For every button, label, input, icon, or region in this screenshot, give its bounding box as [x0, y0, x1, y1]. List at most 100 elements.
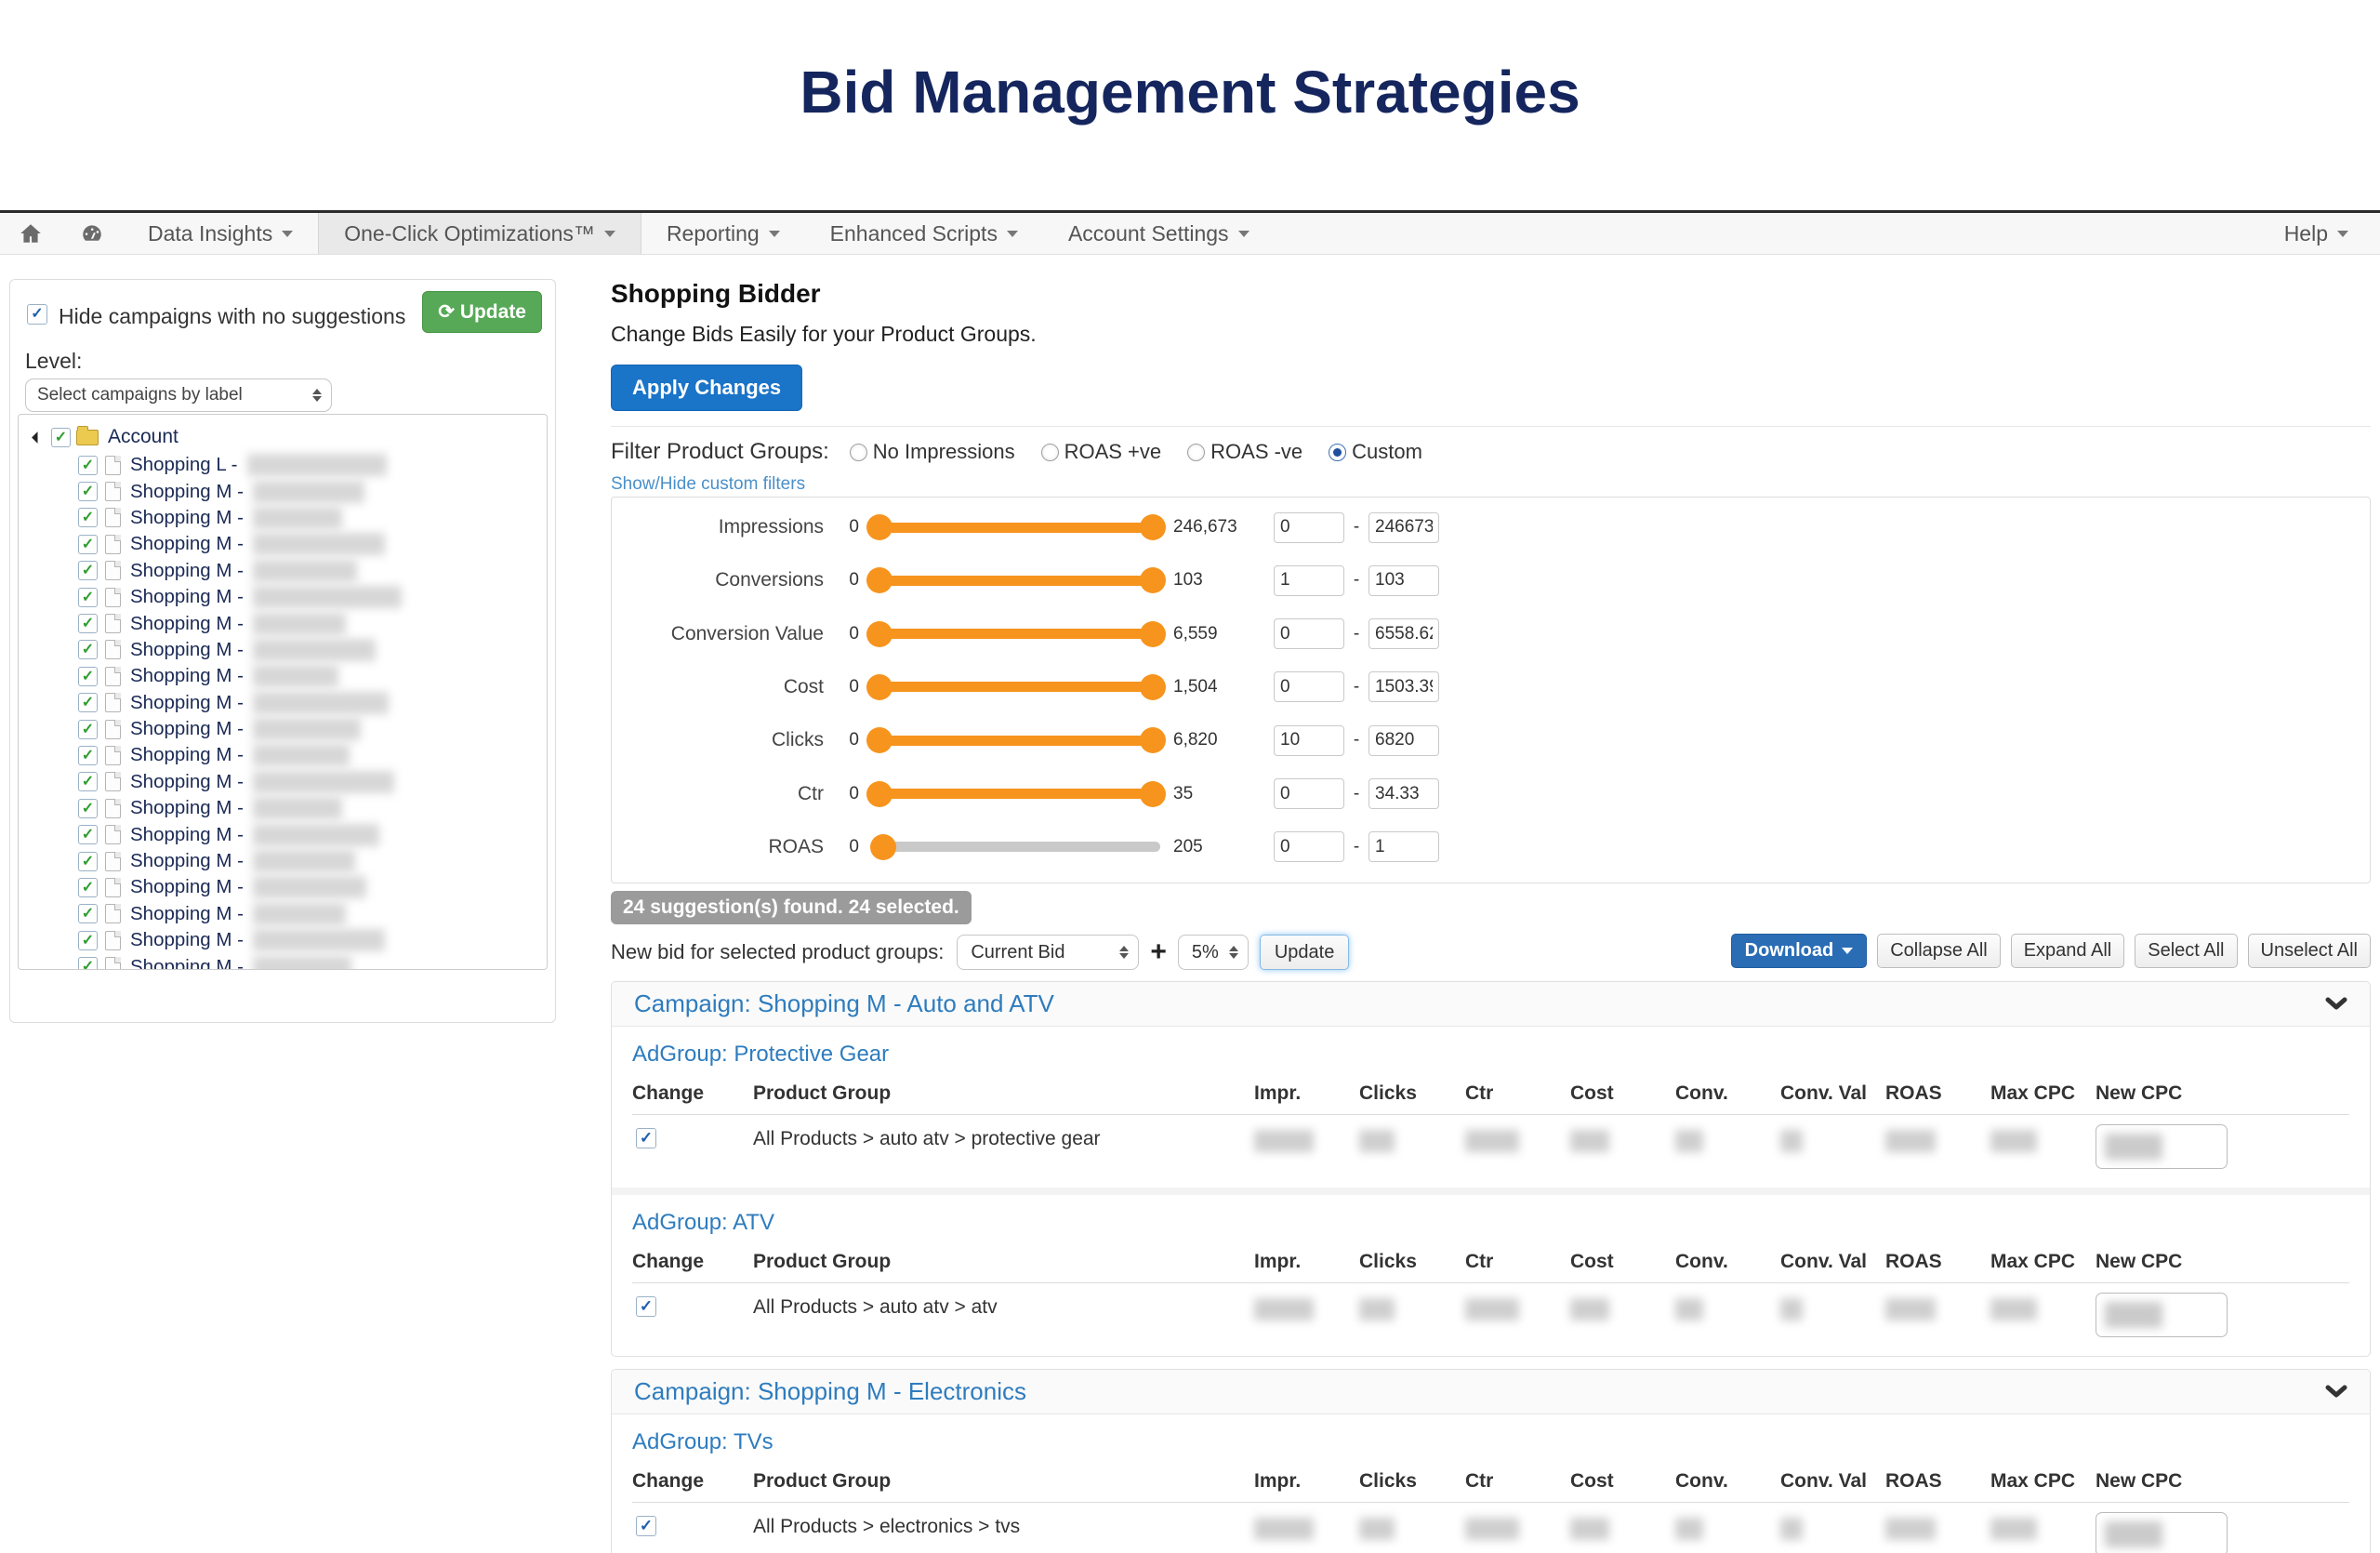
- slider-handle-min[interactable]: [866, 567, 892, 593]
- tree-item-checkbox[interactable]: ✓: [78, 640, 98, 659]
- collapse-all-button[interactable]: Collapse All: [1877, 934, 2001, 968]
- adgroup-title[interactable]: AdGroup: ATV: [632, 1210, 774, 1236]
- tree-item-checkbox[interactable]: ✓: [78, 667, 98, 686]
- campaign-header[interactable]: Campaign: Shopping M - Auto and ATV: [612, 982, 2370, 1027]
- tree-item[interactable]: ✓ Shopping M -: [19, 848, 547, 874]
- tree-item[interactable]: ✓ Shopping M -: [19, 795, 547, 821]
- tree-item[interactable]: ✓ Shopping M -: [19, 716, 547, 742]
- tree-root-checkbox[interactable]: ✓: [51, 428, 71, 447]
- tree-item-checkbox[interactable]: ✓: [78, 799, 98, 818]
- tree-item-checkbox[interactable]: ✓: [78, 878, 98, 897]
- tree-item[interactable]: ✓ Shopping M -: [19, 901, 547, 927]
- sidebar-update-button[interactable]: ⟳ Update: [422, 291, 542, 333]
- dashboard-gauge-icon[interactable]: [61, 213, 123, 254]
- home-icon[interactable]: [0, 213, 61, 254]
- filter-max-input[interactable]: [1368, 512, 1439, 543]
- tree-item-checkbox[interactable]: ✓: [78, 772, 98, 791]
- slider-handle-max[interactable]: [1140, 514, 1166, 540]
- filter-max-input[interactable]: [1368, 778, 1439, 809]
- slider-handle-min[interactable]: [866, 674, 892, 700]
- tree-item-checkbox[interactable]: ✓: [78, 614, 98, 633]
- apply-changes-button[interactable]: Apply Changes: [611, 365, 802, 411]
- slider-handle-max[interactable]: [1140, 727, 1166, 753]
- filter-min-input[interactable]: [1274, 831, 1344, 862]
- tree-item[interactable]: ✓ Shopping L -: [19, 452, 547, 478]
- hide-campaigns-checkbox[interactable]: ✓: [27, 304, 47, 325]
- filter-radio-no-impressions[interactable]: No Impressions: [850, 440, 1015, 464]
- filter-min-input[interactable]: [1274, 671, 1344, 702]
- slider-handle-max[interactable]: [1140, 621, 1166, 647]
- tree-item-checkbox[interactable]: ✓: [78, 561, 98, 580]
- row-change-checkbox[interactable]: ✓: [636, 1296, 656, 1317]
- new-cpc-input[interactable]: [2096, 1124, 2228, 1169]
- bid-percent-select[interactable]: 5%: [1178, 935, 1249, 970]
- row-change-checkbox[interactable]: ✓: [636, 1516, 656, 1536]
- tree-item-checkbox[interactable]: ✓: [78, 957, 98, 970]
- filter-radio-custom[interactable]: Custom: [1329, 440, 1422, 464]
- tree-item[interactable]: ✓ Shopping M -: [19, 821, 547, 847]
- filter-max-input[interactable]: [1368, 671, 1439, 702]
- chevron-down-icon[interactable]: [2325, 997, 2347, 1011]
- bid-basis-select[interactable]: Current Bid: [957, 935, 1139, 970]
- filter-min-input[interactable]: [1274, 618, 1344, 649]
- tree-item-checkbox[interactable]: ✓: [78, 508, 98, 527]
- select-all-button[interactable]: Select All: [2135, 934, 2237, 968]
- filter-max-input[interactable]: [1368, 725, 1439, 756]
- campaign-header[interactable]: Campaign: Shopping M - Electronics: [612, 1370, 2370, 1414]
- chevron-down-icon[interactable]: [2325, 1385, 2347, 1399]
- tree-item[interactable]: ✓ Shopping M -: [19, 637, 547, 663]
- tree-item-checkbox[interactable]: ✓: [78, 693, 98, 712]
- tree-item-checkbox[interactable]: ✓: [78, 456, 98, 475]
- tree-item[interactable]: ✓ Shopping M -: [19, 927, 547, 953]
- tree-item[interactable]: ✓ Shopping M -: [19, 558, 547, 584]
- slider-handle-min[interactable]: [866, 514, 892, 540]
- tree-item[interactable]: ✓ Shopping M -: [19, 690, 547, 716]
- slider-track[interactable]: [872, 629, 1160, 639]
- filter-max-input[interactable]: [1368, 618, 1439, 649]
- tree-item[interactable]: ✓ Shopping M -: [19, 531, 547, 557]
- tree-item[interactable]: ✓ Shopping M -: [19, 610, 547, 636]
- tree-item-checkbox[interactable]: ✓: [78, 746, 98, 765]
- tree-item[interactable]: ✓ Shopping M -: [19, 874, 547, 900]
- slider-handle-max[interactable]: [1140, 567, 1166, 593]
- expand-all-button[interactable]: Expand All: [2011, 934, 2125, 968]
- slider-handle[interactable]: [870, 834, 896, 860]
- nav-item-help[interactable]: Help: [2259, 213, 2380, 254]
- tree-item-checkbox[interactable]: ✓: [78, 535, 98, 554]
- slider-track[interactable]: [872, 576, 1160, 586]
- slider-handle-max[interactable]: [1140, 781, 1166, 807]
- slider-track[interactable]: [872, 523, 1160, 533]
- nav-item-data-insights[interactable]: Data Insights: [123, 213, 318, 254]
- tree-item[interactable]: ✓ Shopping M -: [19, 953, 547, 970]
- nav-item-account-settings[interactable]: Account Settings: [1043, 213, 1275, 254]
- bid-update-button[interactable]: Update: [1260, 935, 1350, 970]
- filter-radio-roas-ve[interactable]: ROAS -ve: [1187, 440, 1302, 464]
- filter-max-input[interactable]: [1368, 565, 1439, 596]
- nav-item-one-click-optimizations[interactable]: One-Click Optimizations™: [318, 213, 641, 254]
- tree-item-checkbox[interactable]: ✓: [78, 482, 98, 501]
- tree-item-checkbox[interactable]: ✓: [78, 588, 98, 607]
- tree-item-checkbox[interactable]: ✓: [78, 931, 98, 950]
- unselect-all-button[interactable]: Unselect All: [2248, 934, 2372, 968]
- tree-item[interactable]: ✓ Shopping M -: [19, 478, 547, 504]
- nav-item-reporting[interactable]: Reporting: [641, 213, 805, 254]
- slider-track[interactable]: [872, 789, 1160, 799]
- tree-item-checkbox[interactable]: ✓: [78, 852, 98, 871]
- slider-handle-max[interactable]: [1140, 674, 1166, 700]
- filter-min-input[interactable]: [1274, 778, 1344, 809]
- nav-item-enhanced-scripts[interactable]: Enhanced Scripts: [805, 213, 1043, 254]
- tree-item[interactable]: ✓ Shopping M -: [19, 742, 547, 768]
- show-hide-custom-filters-link[interactable]: Show/Hide custom filters: [611, 474, 805, 495]
- slider-track[interactable]: [872, 682, 1160, 692]
- tree-item-checkbox[interactable]: ✓: [78, 720, 98, 739]
- tree-item-checkbox[interactable]: ✓: [78, 825, 98, 844]
- tree-item-checkbox[interactable]: ✓: [78, 904, 98, 923]
- filter-min-input[interactable]: [1274, 512, 1344, 543]
- filter-min-input[interactable]: [1274, 565, 1344, 596]
- tree-item[interactable]: ✓ Shopping M -: [19, 505, 547, 531]
- filter-max-input[interactable]: [1368, 831, 1439, 862]
- tree-collapse-icon[interactable]: [32, 431, 44, 444]
- adgroup-title[interactable]: AdGroup: TVs: [632, 1429, 774, 1455]
- tree-item[interactable]: ✓ Shopping M -: [19, 769, 547, 795]
- slider-handle-min[interactable]: [866, 727, 892, 753]
